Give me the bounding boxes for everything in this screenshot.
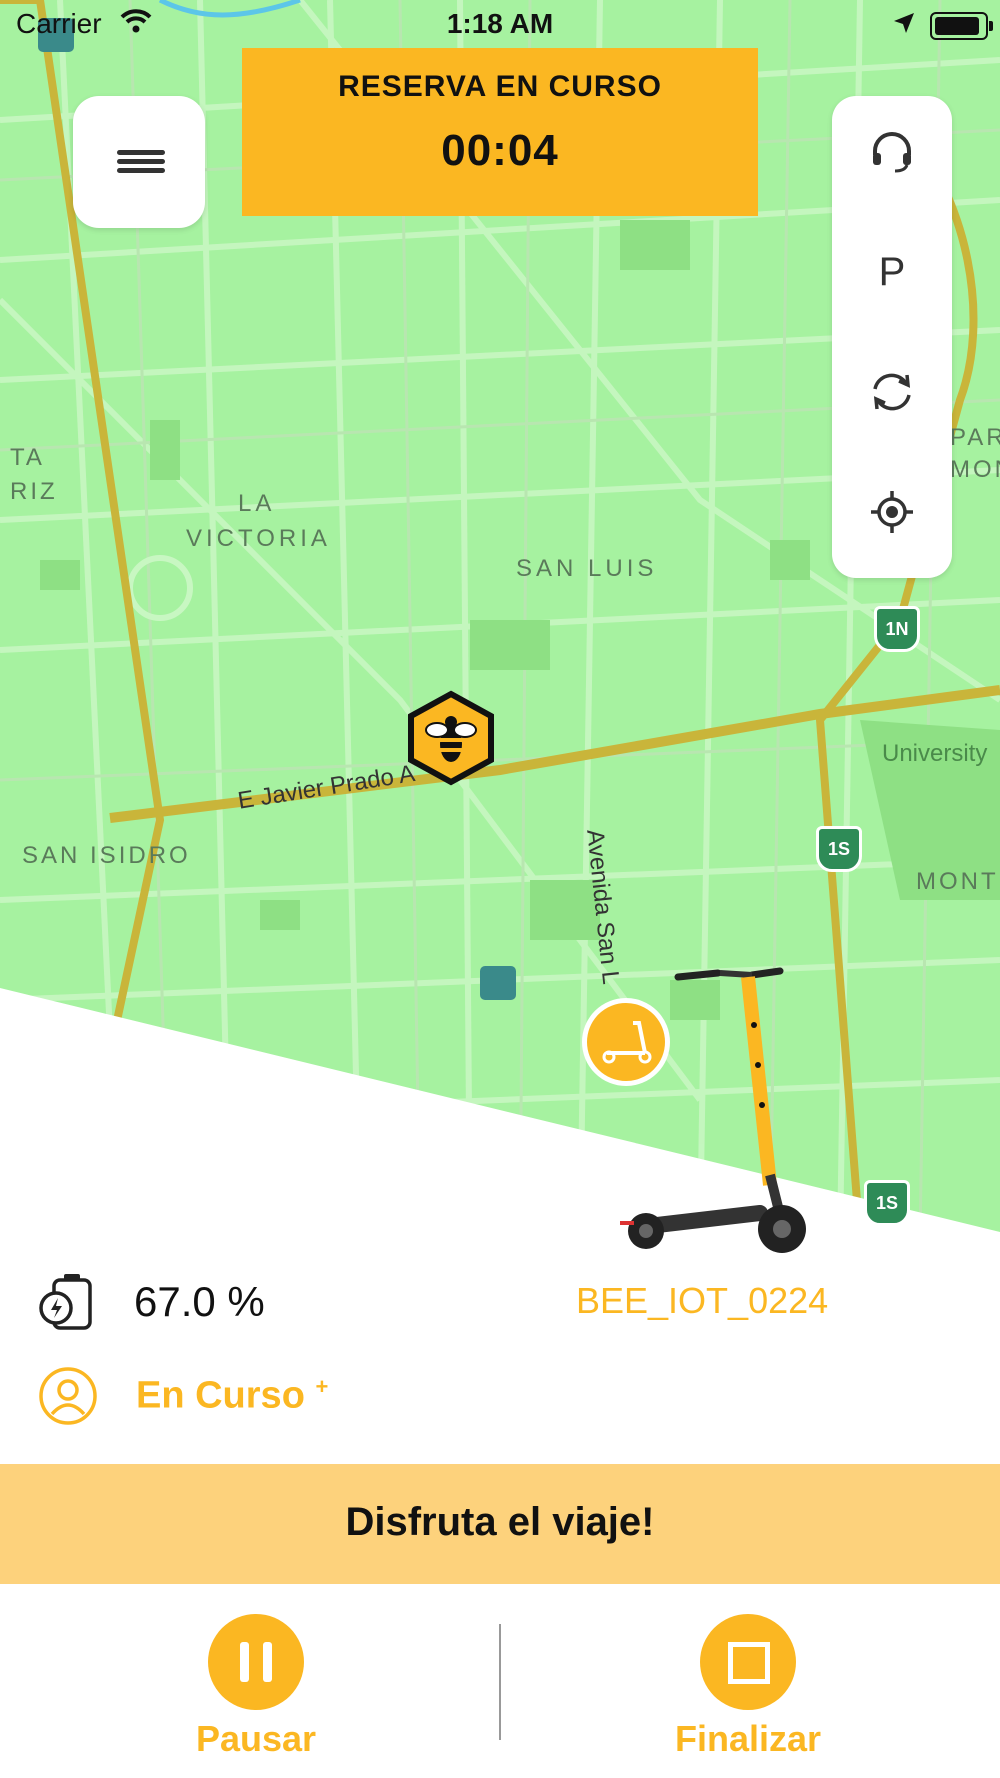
status-bar: Carrier 1:18 AM (0, 0, 1000, 50)
parking-icon: P (878, 249, 906, 294)
stop-icon (700, 1614, 796, 1710)
message-banner: Disfruta el viaje! (0, 1464, 1000, 1584)
reservation-title: RESERVA EN CURSO (338, 70, 662, 103)
highway-shield-1n: 1N (874, 606, 920, 652)
map-label-right-1: PAR (950, 424, 1000, 451)
refresh-icon (873, 373, 911, 411)
highway-shield-1s-2: 1S (864, 1180, 910, 1226)
menu-button[interactable] (73, 96, 205, 228)
locate-icon (871, 491, 913, 533)
location-arrow-icon (892, 10, 916, 42)
headset-icon (873, 132, 911, 173)
map-label-san-isidro: SAN ISIDRO (22, 842, 191, 869)
support-button[interactable] (832, 112, 952, 192)
bee-icon (408, 690, 494, 786)
ride-status: En Curso + (136, 1374, 329, 1417)
refresh-button[interactable] (832, 352, 952, 432)
user-icon (38, 1366, 98, 1431)
locate-button[interactable] (832, 472, 952, 552)
finish-button[interactable]: Finalizar (618, 1614, 878, 1760)
map-label-victoria-2: VICTORIA (186, 525, 331, 552)
map-label-victoria-1: LA (238, 490, 276, 517)
battery-percentage: 67.0 % (134, 1278, 265, 1325)
station-marker[interactable] (405, 690, 497, 791)
scooter-battery-icon (38, 1272, 100, 1337)
map-label-left-1: TA (10, 444, 45, 471)
pause-icon (208, 1614, 304, 1710)
reservation-banner: RESERVA EN CURSO 00:04 (242, 48, 758, 216)
map-label-san-luis: SAN LUIS (516, 555, 658, 582)
action-bar: Pausar Finalizar (0, 1584, 1000, 1778)
scooter-id: BEE_IOT_0224 (576, 1280, 829, 1321)
pause-button[interactable]: Pausar (126, 1614, 386, 1760)
highway-shield-1s: 1S (816, 826, 862, 872)
map-label-university: University (882, 740, 988, 767)
divider (499, 1624, 501, 1740)
scooter-illustration (620, 967, 806, 1253)
banner-message: Disfruta el viaje! (345, 1500, 655, 1544)
map-label-left-2: RIZ (10, 478, 58, 505)
battery-icon (930, 12, 993, 40)
pause-label: Pausar (195, 1718, 317, 1759)
reservation-timer: 00:04 (441, 126, 559, 175)
finish-label: Finalizar (674, 1718, 822, 1759)
hamburger-icon (117, 150, 165, 155)
parking-button[interactable]: P (832, 232, 952, 312)
map-label-right-2: MON (950, 456, 1000, 483)
train-station-icon (480, 966, 516, 1000)
map-tools-panel: P (832, 96, 952, 578)
status-mark: + (315, 1374, 329, 1399)
clock: 1:18 AM (446, 8, 554, 39)
map-label-right-3: MONT (916, 868, 999, 895)
